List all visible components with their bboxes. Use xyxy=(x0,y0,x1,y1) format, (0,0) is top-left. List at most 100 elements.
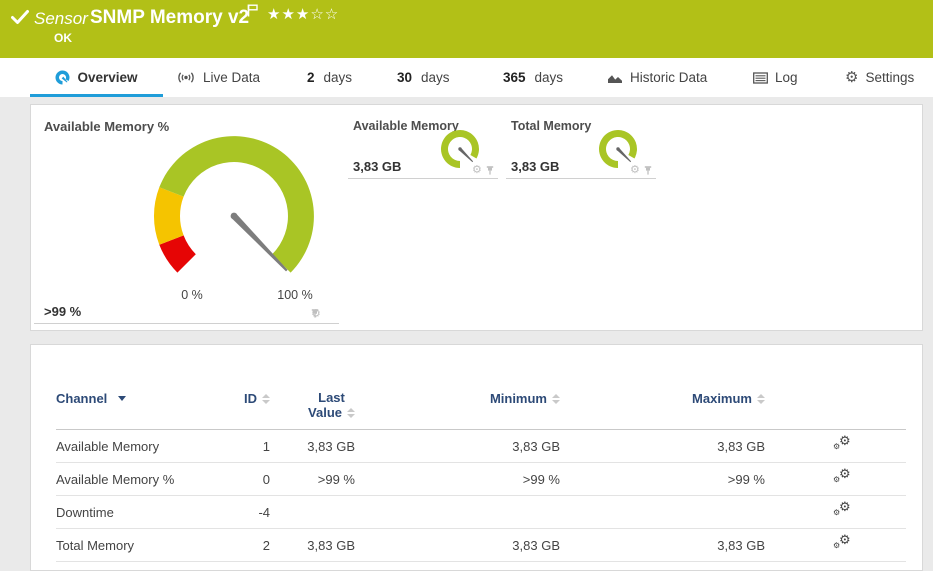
column-header-actions xyxy=(771,383,906,430)
gauge-scale-max: 100 % xyxy=(270,288,320,302)
channel-minimum xyxy=(361,496,566,529)
channel-maximum: >99 % xyxy=(566,463,771,496)
tile-gear-icon[interactable]: ⚙ xyxy=(630,165,640,176)
tab-historic-data-label: Historic Data xyxy=(630,70,707,85)
channel-table-body: Available Memory13,83 GB3,83 GB3,83 GB⚙⚙… xyxy=(56,430,906,562)
channel-minimum: 3,83 GB xyxy=(361,529,566,562)
pin-icon[interactable] xyxy=(311,309,319,318)
channel-row: Available Memory %0>99 %>99 %>99 %⚙⚙ xyxy=(56,463,906,496)
column-header-maximum[interactable]: Maximum xyxy=(566,383,771,430)
gauge-needle xyxy=(232,214,288,272)
channel-table-header-row: Channel ID Last Value Minimum Maximum xyxy=(56,383,906,430)
sensor-title: SNMP Memory v2 xyxy=(90,7,249,29)
chart-icon xyxy=(607,72,623,84)
log-icon xyxy=(753,72,768,84)
column-header-value-label: Value xyxy=(308,405,342,420)
tab-settings[interactable]: ⚙ Settings xyxy=(845,58,914,97)
sort-icon xyxy=(347,408,355,418)
sort-desc-icon xyxy=(118,396,126,401)
tab-30-days-label: days xyxy=(421,70,450,85)
channel-settings-icon[interactable]: ⚙⚙ xyxy=(833,535,853,553)
tab-log-label: Log xyxy=(775,70,798,85)
channels-panel: Channel ID Last Value Minimum Maximum Av… xyxy=(30,344,923,571)
tab-2-days-number: 2 xyxy=(307,70,315,85)
channel-settings-icon[interactable]: ⚙⚙ xyxy=(833,436,853,454)
tab-bar: Overview Live Data 2 days 30 days 365 da… xyxy=(0,58,933,97)
tab-2-days[interactable]: 2 days xyxy=(307,58,352,97)
stars-filled: ★★★ xyxy=(267,6,310,23)
channel-id: 2 xyxy=(236,529,276,562)
channel-table: Channel ID Last Value Minimum Maximum Av… xyxy=(56,383,906,562)
column-header-id[interactable]: ID xyxy=(236,383,276,430)
tab-settings-label: Settings xyxy=(865,70,914,85)
mini-gauge-tile-available-memory[interactable]: Available Memory 3,83 GB ⚙ xyxy=(348,116,498,179)
tab-historic-data[interactable]: Historic Data xyxy=(607,58,707,97)
column-header-minimum[interactable]: Minimum xyxy=(361,383,566,430)
tab-overview-label: Overview xyxy=(77,70,137,85)
channel-last-value: 3,83 GB xyxy=(276,430,361,463)
channel-id: 1 xyxy=(236,430,276,463)
gauge-scale-min: 0 % xyxy=(167,288,217,302)
channel-minimum: 3,83 GB xyxy=(361,430,566,463)
pin-icon[interactable] xyxy=(486,166,494,175)
channel-name: Downtime xyxy=(56,496,236,529)
channel-last-value: 3,83 GB xyxy=(276,529,361,562)
column-header-id-label: ID xyxy=(244,391,257,406)
mini-gauge-tile-total-memory[interactable]: Total Memory 3,83 GB ⚙ xyxy=(506,116,656,179)
channel-row: Total Memory23,83 GB3,83 GB3,83 GB⚙⚙ xyxy=(56,529,906,562)
column-header-maximum-label: Maximum xyxy=(692,391,752,406)
tab-2-days-label: days xyxy=(324,70,353,85)
column-header-last-value[interactable]: Last Value xyxy=(276,383,361,430)
channel-name: Available Memory % xyxy=(56,463,236,496)
gear-icon: ⚙ xyxy=(845,70,858,85)
sensor-header: Sensor SNMP Memory v2 ★★★☆☆ OK xyxy=(0,0,933,58)
sort-icon xyxy=(757,394,765,404)
stars-empty: ☆☆ xyxy=(310,6,339,23)
channel-id: 0 xyxy=(236,463,276,496)
main-gauge-title: Available Memory % xyxy=(44,119,169,134)
channel-row: Available Memory13,83 GB3,83 GB3,83 GB⚙⚙ xyxy=(56,430,906,463)
tab-365-days-label: days xyxy=(535,70,564,85)
tab-30-days[interactable]: 30 days xyxy=(397,58,450,97)
flag-icon[interactable] xyxy=(247,4,259,17)
tab-live-data-label: Live Data xyxy=(203,70,260,85)
channel-id: -4 xyxy=(236,496,276,529)
ok-check-icon xyxy=(11,9,29,26)
tab-overview[interactable]: Overview xyxy=(30,58,163,97)
broadcast-icon xyxy=(176,71,196,84)
gauges-panel: Available Memory % 0 % 100 % >99 % ⚙ Ava… xyxy=(30,104,923,331)
tab-live-data[interactable]: Live Data xyxy=(176,58,260,97)
channel-name: Total Memory xyxy=(56,529,236,562)
priority-stars[interactable]: ★★★☆☆ xyxy=(267,5,339,23)
channel-name: Available Memory xyxy=(56,430,236,463)
channel-actions-cell: ⚙⚙ xyxy=(771,529,906,562)
pin-icon[interactable] xyxy=(644,166,652,175)
main-gauge-value: >99 % xyxy=(44,304,81,319)
gauge-zone-amber xyxy=(154,187,184,244)
status-badge: OK xyxy=(54,31,72,45)
channel-last-value xyxy=(276,496,361,529)
channel-row: Downtime-4 ⚙⚙ xyxy=(56,496,906,529)
tab-365-days-number: 365 xyxy=(503,70,526,85)
column-header-last-label: Last xyxy=(318,390,345,405)
channel-settings-icon[interactable]: ⚙⚙ xyxy=(833,469,853,487)
channel-actions-cell: ⚙⚙ xyxy=(771,463,906,496)
tab-log[interactable]: Log xyxy=(753,58,798,97)
channel-last-value: >99 % xyxy=(276,463,361,496)
column-header-channel-label: Channel xyxy=(56,391,107,406)
main-gauge-tile[interactable]: Available Memory % 0 % 100 % >99 % ⚙ xyxy=(34,111,339,324)
mini-gauge-title: Total Memory xyxy=(511,119,591,133)
channel-actions-cell: ⚙⚙ xyxy=(771,430,906,463)
tab-30-days-number: 30 xyxy=(397,70,412,85)
mini-gauge-value: 3,83 GB xyxy=(353,159,401,174)
channel-actions-cell: ⚙⚙ xyxy=(771,496,906,529)
tab-365-days[interactable]: 365 days xyxy=(503,58,563,97)
column-header-channel[interactable]: Channel xyxy=(56,383,236,430)
tile-gear-icon[interactable]: ⚙ xyxy=(472,165,482,176)
active-tab-underline xyxy=(30,94,163,97)
mini-gauge-value: 3,83 GB xyxy=(511,159,559,174)
channel-maximum: 3,83 GB xyxy=(566,529,771,562)
sort-icon xyxy=(262,394,270,404)
gauge-icon xyxy=(55,70,70,85)
channel-settings-icon[interactable]: ⚙⚙ xyxy=(833,502,853,520)
